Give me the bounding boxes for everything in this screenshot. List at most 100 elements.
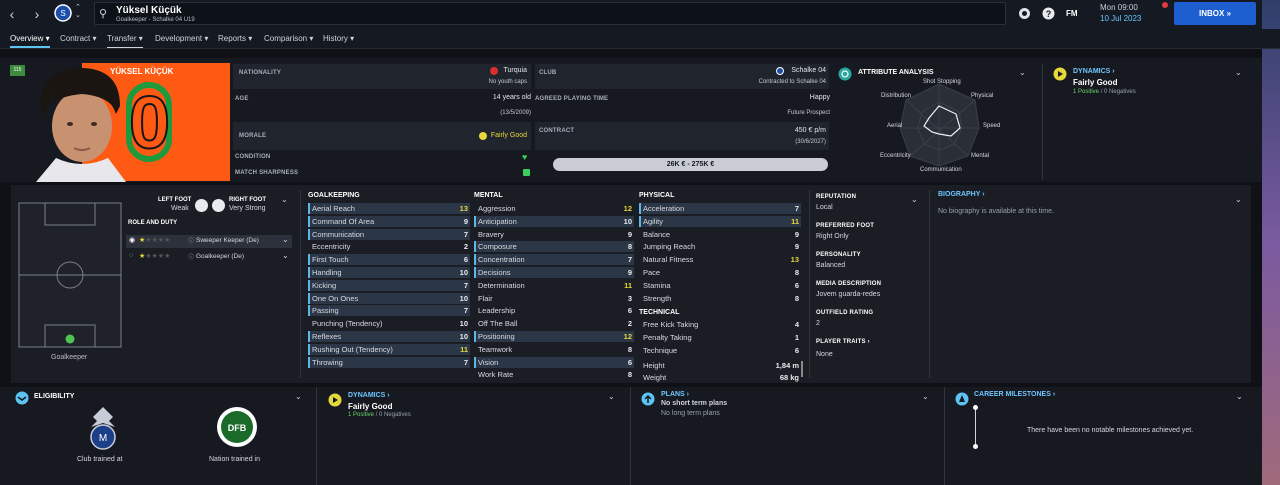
- outfield-rating-value: 2: [816, 320, 820, 327]
- fm-logo[interactable]: FM: [1066, 9, 1078, 18]
- attribute-row[interactable]: Vision 6: [474, 356, 634, 368]
- attribute-row[interactable]: Passing 7: [308, 305, 470, 317]
- career-milestones-title[interactable]: CAREER MILESTONES ›: [974, 391, 1055, 398]
- radio-icon[interactable]: ○: [129, 252, 133, 259]
- attribute-row[interactable]: Aggression 12: [474, 203, 634, 214]
- attribute-row[interactable]: Stamina 6: [639, 280, 801, 291]
- tab-development[interactable]: Development ▾: [155, 34, 208, 43]
- radar-label-distribution: Distribution: [881, 93, 912, 99]
- search-box[interactable]: ⚲ Yüksel Küçük Goalkeeper - Schalke 04 U…: [94, 2, 1006, 25]
- tab-overview[interactable]: Overview ▾: [10, 34, 50, 48]
- attribute-row[interactable]: Strength 8: [639, 293, 801, 304]
- attribute-row[interactable]: Penalty Taking 1: [639, 332, 801, 343]
- role-row[interactable]: ○ ★★★★★ ⓘ Goalkeeper (De) ⌄: [126, 251, 292, 264]
- attribute-row[interactable]: Throwing 7: [308, 356, 470, 368]
- role-row-selected[interactable]: ◉ ★★★★★ ⓘ Sweeper Keeper (De) ⌄: [126, 235, 292, 248]
- attribute-row[interactable]: Bravery 9: [474, 229, 634, 240]
- info-icon[interactable]: ⓘ: [188, 252, 194, 261]
- personality-label: PERSONALITY: [816, 252, 861, 258]
- attribute-row[interactable]: Teamwork 8: [474, 344, 634, 355]
- attribute-name: Off The Ball: [478, 319, 518, 329]
- attribute-row[interactable]: Handling 10: [308, 267, 470, 278]
- tab-reports[interactable]: Reports ▾: [218, 34, 252, 43]
- club-switch-icon[interactable]: ⌃ ⌄: [75, 4, 81, 20]
- chevron-down-icon[interactable]: ⌄: [1019, 68, 1026, 77]
- plans-title[interactable]: PLANS ›: [661, 391, 689, 398]
- attribute-row[interactable]: Punching (Tendency) 10: [308, 318, 470, 329]
- attribute-row[interactable]: Agility 11: [639, 215, 801, 227]
- radio-selected-icon[interactable]: ◉: [129, 236, 135, 244]
- tab-transfer[interactable]: Transfer ▾: [107, 34, 143, 48]
- player-traits-label[interactable]: PLAYER TRAITS ›: [816, 339, 870, 345]
- attribute-row[interactable]: Concentration 7: [474, 254, 634, 266]
- attribute-row[interactable]: Work Rate 8: [474, 369, 634, 380]
- attribute-row[interactable]: Reflexes 10: [308, 331, 470, 342]
- current-date[interactable]: 10 Jul 2023: [1100, 14, 1141, 23]
- attribute-row[interactable]: Aerial Reach 13: [308, 203, 470, 214]
- attribute-analysis-title[interactable]: ATTRIBUTE ANALYSIS: [858, 69, 934, 76]
- attribute-row[interactable]: First Touch 6: [308, 254, 470, 266]
- tab-comparison[interactable]: Comparison ▾: [264, 34, 313, 43]
- attribute-row[interactable]: Positioning 12: [474, 331, 634, 342]
- chevron-down-icon[interactable]: ⌄: [281, 195, 288, 204]
- attribute-value: 12: [623, 204, 632, 213]
- attribute-row[interactable]: Jumping Reach 9: [639, 241, 801, 252]
- attribute-row[interactable]: Rushing Out (Tendency) 11: [308, 343, 470, 355]
- technical-title: TECHNICAL: [639, 309, 680, 316]
- attribute-row[interactable]: Off The Ball 2: [474, 318, 634, 329]
- attribute-name: Natural Fitness: [643, 255, 694, 265]
- attribute-row[interactable]: Kicking 7: [308, 279, 470, 291]
- attribute-row[interactable]: Acceleration 7: [639, 203, 801, 214]
- attribute-value: 10: [623, 216, 632, 226]
- forward-arrow-icon[interactable]: ›: [30, 6, 44, 22]
- back-arrow-icon[interactable]: ‹: [5, 6, 19, 22]
- scrollbar[interactable]: [801, 361, 803, 377]
- attribute-name: Eccentricity: [312, 242, 351, 252]
- attribute-row[interactable]: Free Kick Taking 4: [639, 319, 801, 330]
- dynamics-title-bottom[interactable]: DYNAMICS ›: [348, 392, 390, 399]
- chevron-down-icon[interactable]: ⌄: [922, 392, 929, 401]
- attribute-row[interactable]: Leadership 6: [474, 305, 634, 316]
- chevron-down-icon[interactable]: ⌄: [1236, 392, 1243, 401]
- attribute-row[interactable]: Balance 9: [639, 229, 801, 240]
- help-icon[interactable]: ?: [1042, 7, 1055, 20]
- player-name: Yüksel Küçük: [116, 5, 182, 16]
- nationality-value[interactable]: Turquia: [420, 67, 527, 74]
- attribute-row[interactable]: One On Ones 10: [308, 292, 470, 304]
- scout-icon[interactable]: [1018, 7, 1031, 20]
- attribute-row[interactable]: Communication 7: [308, 228, 470, 240]
- chevron-down-icon[interactable]: ⌄: [282, 251, 289, 260]
- dynamics-title[interactable]: DYNAMICS ›: [1073, 68, 1115, 75]
- inbox-button[interactable]: INBOX »: [1174, 2, 1256, 25]
- chevron-down-icon[interactable]: ⌄: [295, 392, 302, 401]
- attribute-row[interactable]: Technique 6: [639, 345, 801, 356]
- tab-history[interactable]: History ▾: [323, 34, 354, 43]
- chevron-down-icon[interactable]: ⌄: [608, 392, 615, 401]
- club-value[interactable]: Schalke 04: [700, 67, 826, 74]
- chevron-down-icon[interactable]: ⌄: [911, 195, 918, 204]
- attribute-value: 6: [627, 357, 632, 367]
- wage-value[interactable]: 450 € p/m: [700, 127, 826, 134]
- attribute-row[interactable]: Anticipation 10: [474, 215, 634, 227]
- attribute-row[interactable]: Command Of Area 9: [308, 215, 470, 227]
- attribute-name: Vision: [478, 357, 499, 367]
- attribute-row[interactable]: Composure 8: [474, 241, 634, 253]
- tab-contract[interactable]: Contract ▾: [60, 34, 96, 43]
- attribute-row[interactable]: Eccentricity 2: [308, 241, 470, 252]
- club-crest-icon[interactable]: S: [54, 4, 72, 22]
- attribute-row[interactable]: Pace 8: [639, 267, 801, 278]
- chevron-down-icon[interactable]: ⌄: [1235, 68, 1242, 77]
- player-subtitle: Goalkeeper - Schalke 04 U19: [116, 17, 195, 23]
- biography-title[interactable]: BIOGRAPHY ›: [938, 191, 985, 198]
- attribute-value: 8: [794, 293, 799, 303]
- info-icon[interactable]: ⓘ: [188, 236, 194, 245]
- attribute-row[interactable]: Natural Fitness 13: [639, 254, 801, 265]
- transfer-value-bar[interactable]: 26K € - 275K €: [553, 158, 828, 171]
- chevron-down-icon[interactable]: ⌄: [1235, 195, 1242, 204]
- chevron-down-icon[interactable]: ⌄: [282, 235, 289, 244]
- attribute-row[interactable]: Decisions 9: [474, 267, 634, 278]
- eligibility-icon: [15, 391, 29, 405]
- attribute-row[interactable]: Determination 11: [474, 280, 634, 291]
- morale-value[interactable]: Fairly Good: [420, 132, 527, 139]
- attribute-row[interactable]: Flair 3: [474, 293, 634, 304]
